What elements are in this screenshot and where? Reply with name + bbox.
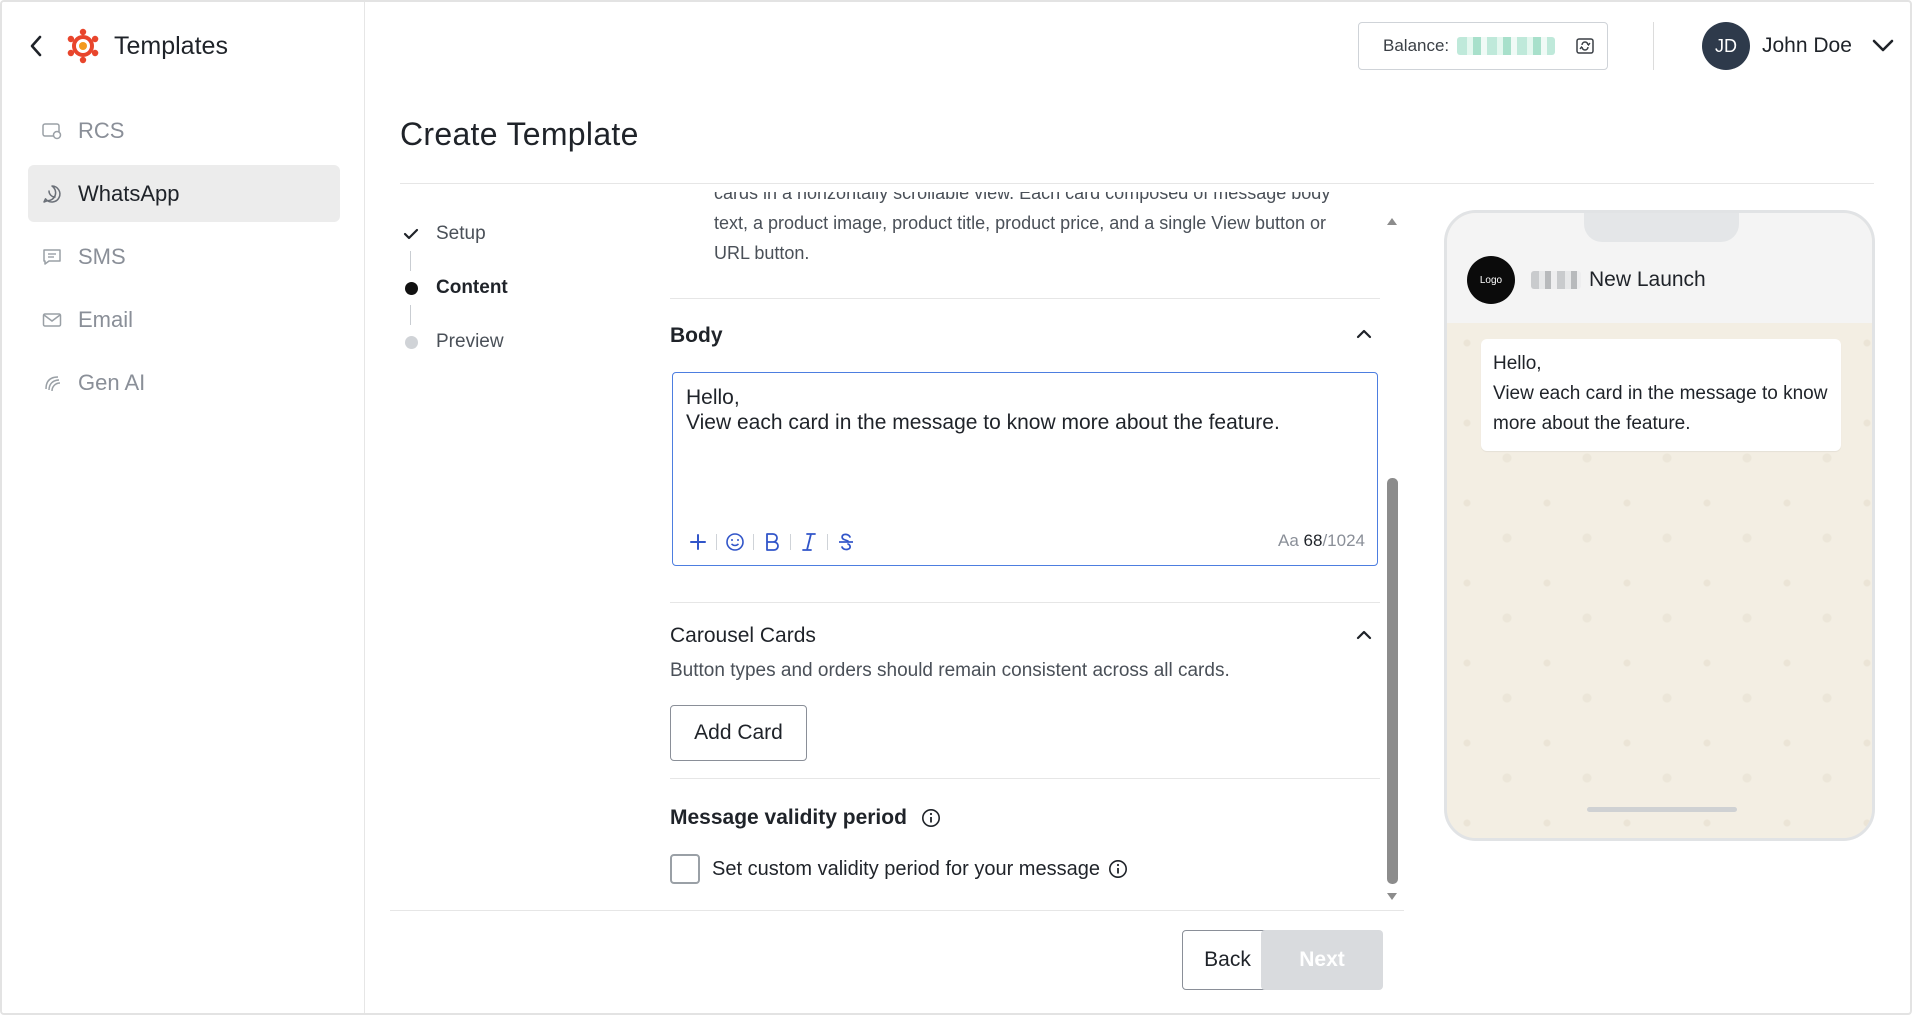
sidebar-item-gen-ai[interactable]: Gen AI xyxy=(28,354,340,411)
add-card-button[interactable]: Add Card xyxy=(670,705,807,761)
emoji-icon[interactable] xyxy=(722,529,748,555)
back-button[interactable]: Back xyxy=(1182,930,1273,990)
scrollbar-thumb[interactable] xyxy=(1387,478,1398,884)
section-divider xyxy=(670,298,1380,299)
body-section-title: Body xyxy=(670,324,723,347)
checkbox-label: Set custom validity period for your mess… xyxy=(712,857,1100,880)
rcs-icon xyxy=(42,121,62,141)
sidebar-item-email[interactable]: Email xyxy=(28,291,340,348)
balance-label: Balance: xyxy=(1383,36,1450,55)
next-button[interactable]: Next xyxy=(1261,930,1383,990)
checkmark-icon xyxy=(402,225,420,243)
strikethrough-icon[interactable] xyxy=(833,529,859,555)
body-text-editor[interactable]: Hello, View each card in the message to … xyxy=(672,372,1378,566)
phone-home-indicator xyxy=(1587,807,1737,812)
balance-value-redacted xyxy=(1457,37,1556,55)
body-text-value[interactable]: Hello, View each card in the message to … xyxy=(686,385,1346,435)
carousel-section-title: Carousel Cards xyxy=(670,624,816,647)
whatsapp-preview: Logo New Launch Hello, View each card in… xyxy=(1444,210,1875,841)
chevron-up-icon[interactable] xyxy=(1356,630,1372,640)
avatar: JD xyxy=(1702,22,1750,70)
validity-section-title: Message validity period xyxy=(670,806,941,830)
scroll-up-arrow-icon[interactable] xyxy=(1386,216,1398,226)
refresh-icon[interactable] xyxy=(1575,36,1595,56)
char-count: 68 xyxy=(1303,531,1323,550)
chevron-down-icon[interactable] xyxy=(1872,39,1894,53)
sms-icon xyxy=(42,247,62,267)
footer-divider xyxy=(390,910,1404,911)
phone-notch xyxy=(1584,213,1739,242)
topbar-divider xyxy=(1653,22,1654,70)
app-window: Templates RCS WhatsApp SMS Email Gen AI … xyxy=(0,0,1912,1015)
chevron-up-icon[interactable] xyxy=(1356,329,1372,339)
info-icon[interactable] xyxy=(921,808,941,828)
sidebar-item-label: WhatsApp xyxy=(78,180,180,206)
sidebar-item-label: Gen AI xyxy=(78,369,146,395)
sidebar-item-label: Email xyxy=(78,306,134,332)
carousel-description-text: Button types and orders should remain co… xyxy=(670,660,1230,681)
sidebar-item-rcs[interactable]: RCS xyxy=(28,102,340,159)
user-name: John Doe xyxy=(1762,34,1852,57)
back-arrow-icon[interactable] xyxy=(26,32,46,60)
sidebar-item-label: RCS xyxy=(78,117,125,143)
sender-name: New Launch xyxy=(1589,268,1706,291)
step-preview[interactable]: Preview xyxy=(402,315,508,369)
stepper: Setup Content Preview xyxy=(402,207,508,369)
italic-icon[interactable] xyxy=(796,529,822,555)
step-label: Setup xyxy=(436,223,486,244)
sidebar: Templates RCS WhatsApp SMS Email Gen AI xyxy=(2,2,365,1013)
validity-checkbox-row: Set custom validity period for your mess… xyxy=(670,854,1128,884)
info-icon[interactable] xyxy=(1108,859,1128,879)
sidebar-item-label: SMS xyxy=(78,243,126,269)
current-step-dot xyxy=(402,279,420,297)
sidebar-nav: RCS WhatsApp SMS Email Gen AI xyxy=(28,102,340,417)
user-menu[interactable]: JD John Doe xyxy=(1702,21,1894,71)
step-setup[interactable]: Setup xyxy=(402,207,508,271)
title-divider xyxy=(400,183,1874,184)
sidebar-item-whatsapp[interactable]: WhatsApp xyxy=(28,165,340,222)
page-title: Create Template xyxy=(400,116,639,152)
sender-name-redacted xyxy=(1531,271,1581,289)
email-icon xyxy=(42,310,62,330)
balance-box: Balance: xyxy=(1358,22,1608,70)
pending-step-dot xyxy=(402,333,420,351)
sidebar-item-sms[interactable]: SMS xyxy=(28,228,340,285)
sidebar-header: Templates xyxy=(26,26,228,66)
whatsapp-icon xyxy=(42,184,62,204)
brand-logo-icon xyxy=(67,28,99,64)
add-variable-icon[interactable] xyxy=(685,529,711,555)
step-label: Content xyxy=(436,277,508,298)
step-content[interactable]: Content xyxy=(402,261,508,325)
char-counter: Aa 68/1024 xyxy=(1278,531,1365,550)
section-divider xyxy=(670,778,1380,779)
message-bubble: Hello, View each card in the message to … xyxy=(1481,339,1841,451)
form-scroll-area[interactable]: cards in a horizontally scrollable view.… xyxy=(670,192,1380,910)
bold-icon[interactable] xyxy=(759,529,785,555)
carousel-description: cards in a horizontally scrollable view.… xyxy=(714,192,1331,263)
char-limit: /1024 xyxy=(1322,531,1365,550)
sidebar-title: Templates xyxy=(114,31,228,60)
custom-validity-checkbox[interactable] xyxy=(670,854,700,884)
gen-ai-icon xyxy=(42,373,62,393)
step-label: Preview xyxy=(436,331,504,352)
section-divider xyxy=(670,602,1380,603)
scroll-down-arrow-icon[interactable] xyxy=(1386,892,1398,902)
editor-toolbar xyxy=(685,529,859,555)
sender-logo: Logo xyxy=(1467,256,1515,304)
